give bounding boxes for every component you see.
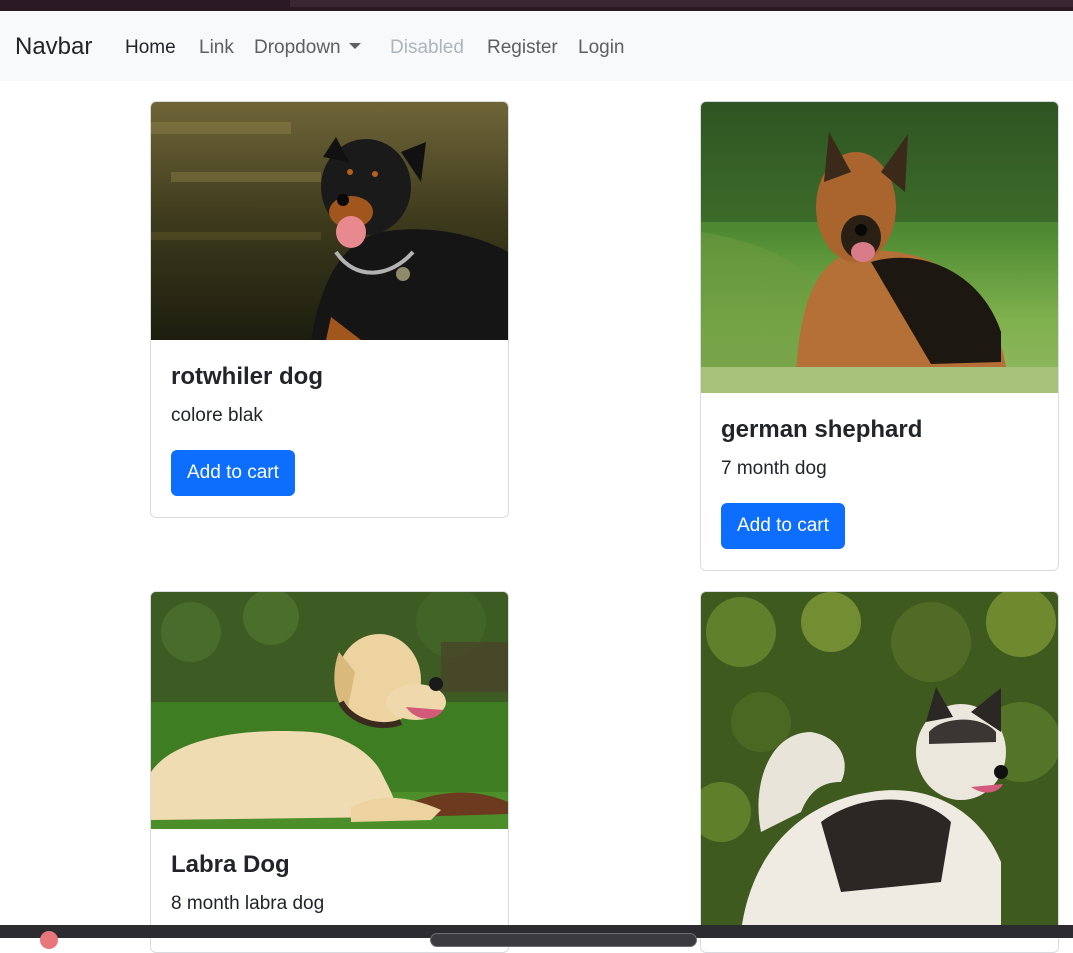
product-card: Labra Dog 8 month labra dog [150,591,509,953]
nav-link-disabled: Disabled [390,37,464,58]
add-to-cart-button[interactable]: Add to cart [171,450,295,496]
navbar: Navbar Home Link Dropdown Disabled Regis… [0,11,1073,81]
add-to-cart-button[interactable]: Add to cart [721,503,845,549]
product-card: german shephard 7 month dog Add to cart [700,101,1059,571]
product-card [700,591,1059,953]
card-image [701,102,1058,393]
card-image [151,592,508,829]
card-image [151,102,508,340]
app-icon[interactable] [40,931,58,949]
nav-link-link[interactable]: Link [199,37,234,59]
browser-tab-strip [290,0,1073,7]
browser-top-strip [0,0,1073,11]
nav-link-home[interactable]: Home [125,37,176,59]
nav-link-register[interactable]: Register [487,37,558,59]
navbar-brand[interactable]: Navbar [15,33,92,61]
nav-link-login[interactable]: Login [578,37,625,59]
nav-dropdown-label: Dropdown [254,37,341,58]
card-image [701,592,1058,932]
product-card: rotwhiler dog colore blak Add to cart [150,101,509,518]
card-text: colore blak [171,405,263,426]
chevron-down-icon [348,43,361,49]
card-title: german shephard [721,416,923,443]
taskbar-search[interactable] [430,933,697,947]
card-title: Labra Dog [171,851,290,878]
taskbar [0,925,1073,949]
nav-dropdown-toggle[interactable]: Dropdown [254,37,361,59]
card-text: 8 month labra dog [171,893,325,914]
card-title: rotwhiler dog [171,363,323,390]
card-text: 7 month dog [721,458,827,479]
